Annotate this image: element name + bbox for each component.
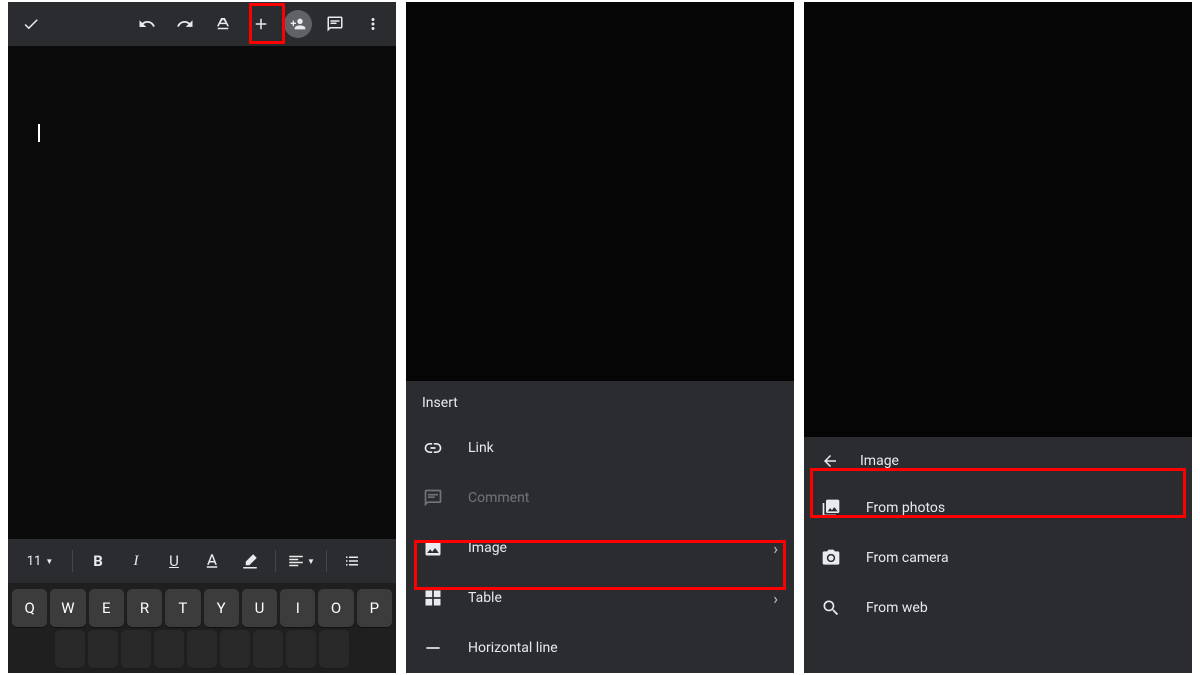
share-avatar-icon[interactable] — [284, 10, 312, 38]
table-icon — [422, 587, 444, 609]
key-e[interactable]: E — [89, 589, 124, 627]
key-q[interactable]: Q — [12, 589, 47, 627]
key-y[interactable]: Y — [204, 589, 239, 627]
link-icon — [422, 437, 444, 459]
insert-row-link[interactable]: Link — [406, 423, 794, 473]
key-i[interactable]: I — [280, 589, 315, 627]
insert-sheet: Insert Link Comment Image › Table › Horizontal… — [406, 381, 794, 673]
top-toolbar — [8, 2, 396, 46]
divider — [326, 550, 327, 572]
key[interactable] — [253, 630, 283, 668]
panel-insert-menu: Insert Link Comment Image › Table › Horizontal… — [406, 2, 794, 673]
row-label: Image — [468, 540, 749, 556]
key-u[interactable]: U — [242, 589, 277, 627]
hr-icon — [422, 637, 444, 659]
comment-icon[interactable] — [320, 9, 350, 39]
back-arrow-icon[interactable] — [820, 451, 840, 471]
divider — [72, 550, 73, 572]
key-p[interactable]: P — [357, 589, 392, 627]
align-button[interactable]: ▼ — [284, 545, 318, 577]
text-color-button[interactable] — [195, 545, 229, 577]
insert-row-horizontal-line[interactable]: Horizontal line — [406, 623, 794, 673]
key[interactable] — [88, 630, 118, 668]
sheet-title-label: Image — [860, 453, 899, 469]
redo-icon[interactable] — [170, 9, 200, 39]
done-check-icon[interactable] — [16, 9, 46, 39]
key[interactable] — [319, 630, 349, 668]
document-canvas[interactable] — [8, 46, 396, 539]
key[interactable] — [187, 630, 217, 668]
row-label: Comment — [468, 490, 778, 506]
key[interactable] — [154, 630, 184, 668]
image-icon — [422, 537, 444, 559]
row-label: Table — [468, 590, 749, 606]
insert-plus-icon[interactable] — [246, 9, 276, 39]
key-w[interactable]: W — [50, 589, 85, 627]
key-r[interactable]: R — [127, 589, 162, 627]
key-o[interactable]: O — [318, 589, 353, 627]
photos-icon — [820, 497, 842, 519]
panel-editor: 11 ▼ B I U ▼ QWERTYUIOP — [8, 2, 396, 673]
key-t[interactable]: T — [165, 589, 200, 627]
insert-row-comment: Comment — [406, 473, 794, 523]
row-label: From photos — [866, 500, 1176, 516]
chevron-right-icon: › — [773, 589, 778, 608]
sheet-title: Insert — [406, 381, 794, 423]
highlight-button[interactable] — [233, 545, 267, 577]
row-label: Horizontal line — [468, 640, 778, 656]
italic-button[interactable]: I — [119, 545, 153, 577]
insert-row-table[interactable]: Table › — [406, 573, 794, 623]
image-source-from-camera[interactable]: From camera — [804, 533, 1192, 583]
bold-button[interactable]: B — [81, 545, 115, 577]
underline-button[interactable]: U — [157, 545, 191, 577]
font-size-selector[interactable]: 11 ▼ — [16, 554, 64, 569]
document-canvas-dimmed — [804, 2, 1192, 437]
keyboard: QWERTYUIOP — [8, 583, 396, 673]
font-size-value: 11 — [27, 554, 42, 569]
dropdown-triangle-icon: ▼ — [45, 557, 53, 566]
dropdown-triangle-icon: ▼ — [307, 557, 315, 566]
row-label: From camera — [866, 550, 1176, 566]
text-format-icon[interactable] — [208, 9, 238, 39]
image-source-from-web[interactable]: From web — [804, 583, 1192, 633]
row-label: Link — [468, 440, 778, 456]
sheet-title-row: Image — [804, 437, 1192, 483]
panel-image-submenu: Image From photos From camera From web — [804, 2, 1192, 673]
key[interactable] — [121, 630, 151, 668]
text-cursor — [38, 124, 40, 142]
divider — [275, 550, 276, 572]
key[interactable] — [220, 630, 250, 668]
undo-icon[interactable] — [132, 9, 162, 39]
format-toolbar: 11 ▼ B I U ▼ — [8, 539, 396, 583]
document-canvas-dimmed — [406, 2, 794, 381]
sheet-title-label: Insert — [422, 395, 458, 411]
camera-icon — [820, 547, 842, 569]
image-sheet: Image From photos From camera From web — [804, 437, 1192, 673]
chevron-right-icon: › — [773, 539, 778, 558]
row-label: From web — [866, 600, 1176, 616]
more-vert-icon[interactable] — [358, 9, 388, 39]
image-source-from-photos[interactable]: From photos — [804, 483, 1192, 533]
insert-row-image[interactable]: Image › — [406, 523, 794, 573]
key[interactable] — [286, 630, 316, 668]
key[interactable] — [55, 630, 85, 668]
comment-icon — [422, 487, 444, 509]
search-icon — [820, 597, 842, 619]
list-button[interactable] — [335, 545, 369, 577]
